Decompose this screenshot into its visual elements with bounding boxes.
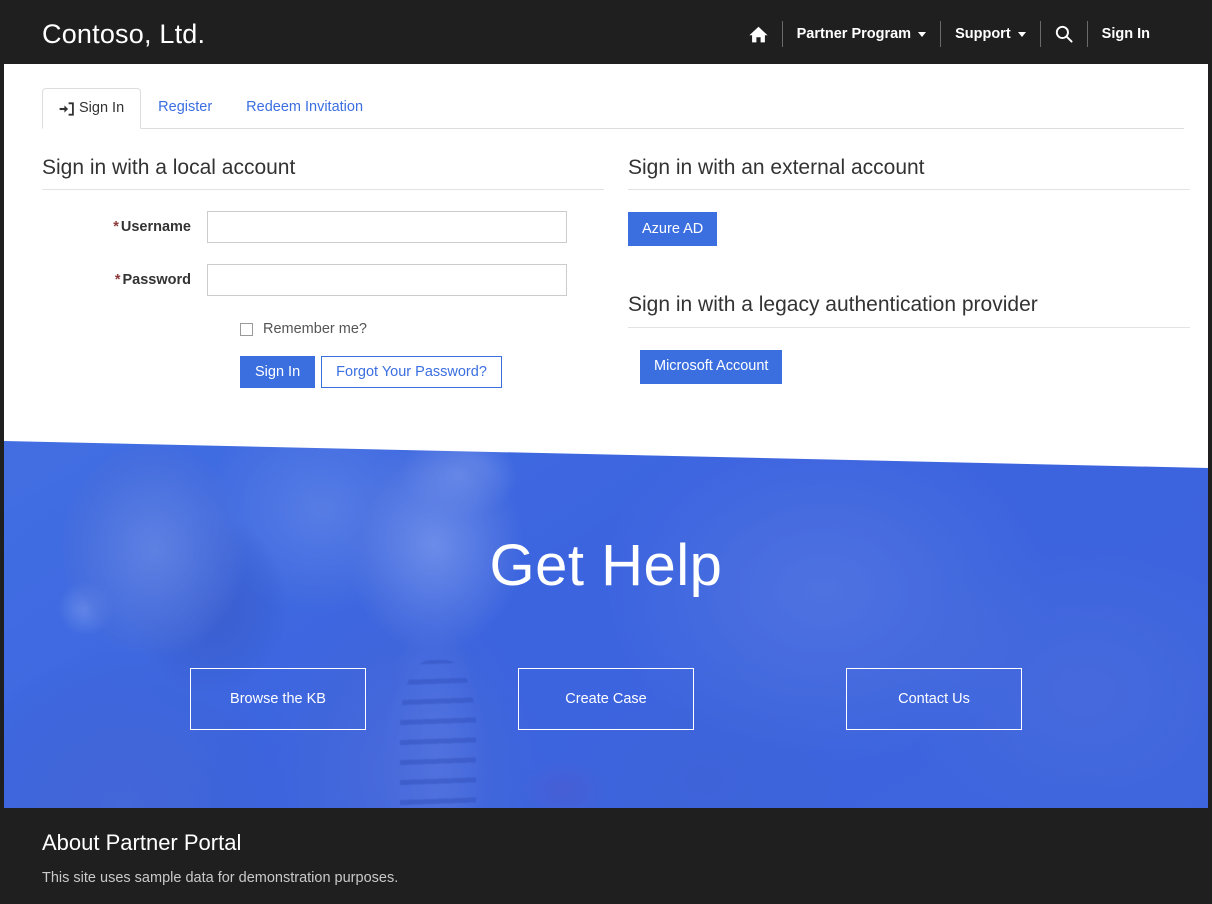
tab-sign-in[interactable]: Sign In	[42, 88, 142, 129]
create-case-button[interactable]: Create Case	[518, 668, 694, 730]
navbar-links: Partner Program Support Sign In	[735, 17, 1164, 51]
home-icon	[749, 26, 768, 43]
nav-item-partner-program[interactable]: Partner Program	[783, 27, 940, 42]
password-label-text: Password	[122, 272, 192, 288]
legacy-provider-heading: Sign in with a legacy authentication pro…	[628, 292, 1190, 328]
nav-home-link[interactable]	[735, 26, 782, 43]
local-buttons: Sign In Forgot Your Password?	[240, 355, 604, 388]
required-marker: *	[114, 272, 121, 288]
password-row: * Password	[42, 264, 604, 297]
external-account-section: Sign in with an external account Azure A…	[628, 155, 1190, 384]
nav-item-label: Support	[955, 25, 1011, 42]
sign-in-icon	[59, 101, 74, 116]
hero-cta-buttons: Browse the KB Create Case Contact Us	[4, 668, 1208, 730]
forgot-password-button[interactable]: Forgot Your Password?	[321, 355, 502, 388]
brand-logo[interactable]: Contoso, Ltd.	[42, 20, 205, 48]
remember-me-label: Remember me?	[263, 321, 367, 338]
password-label: * Password	[42, 273, 207, 288]
password-input[interactable]	[207, 264, 567, 297]
browse-kb-button[interactable]: Browse the KB	[190, 668, 366, 730]
tab-register[interactable]: Register	[141, 87, 229, 128]
local-account-heading: Sign in with a local account	[42, 155, 604, 191]
search-icon	[1055, 25, 1073, 43]
hero-blue-overlay	[4, 430, 1208, 808]
auth-tabs: Sign In Register Redeem Invitation	[42, 88, 1184, 129]
required-marker: *	[113, 219, 119, 235]
local-account-section: Sign in with a local account * Username *…	[42, 155, 604, 388]
username-input[interactable]	[207, 211, 567, 244]
chevron-down-icon	[1017, 31, 1026, 37]
nav-item-support[interactable]: Support	[941, 27, 1040, 42]
azure-ad-button[interactable]: Azure AD	[628, 212, 718, 247]
page-root: Contoso, Ltd. Partner Program Support Si…	[0, 0, 1212, 904]
sign-in-button[interactable]: Sign In	[240, 355, 316, 388]
footer-title: About Partner Portal	[42, 830, 242, 855]
site-footer: About Partner Portal This site uses samp…	[0, 808, 1212, 904]
username-label: * Username	[42, 220, 207, 235]
username-label-text: Username	[120, 219, 191, 235]
footer-subtitle: This site uses sample data for demonstra…	[42, 870, 399, 886]
remember-me-row[interactable]: Remember me?	[240, 322, 604, 337]
tab-label: Sign In	[79, 100, 125, 117]
nav-search-button[interactable]	[1041, 25, 1087, 43]
tab-label: Redeem Invitation	[246, 99, 364, 116]
remember-me-checkbox[interactable]	[240, 323, 253, 336]
nav-sign-in-link[interactable]: Sign In	[1088, 27, 1164, 42]
hero-banner: Get Help Browse the KB Create Case Conta…	[4, 430, 1208, 808]
username-row: * Username	[42, 211, 604, 244]
main-content: Sign In Register Redeem Invitation Sign …	[4, 64, 1208, 468]
external-account-heading: Sign in with an external account	[628, 155, 1190, 191]
contact-us-button[interactable]: Contact Us	[846, 668, 1022, 730]
legacy-providers: Microsoft Account	[640, 328, 1190, 384]
microsoft-account-button[interactable]: Microsoft Account	[640, 349, 783, 384]
top-navbar: Contoso, Ltd. Partner Program Support Si…	[4, 4, 1208, 64]
chevron-down-icon	[918, 31, 927, 37]
nav-item-label: Partner Program	[796, 25, 912, 42]
hero-title: Get Help	[489, 533, 723, 598]
tab-label: Register	[158, 99, 213, 116]
tab-redeem-invitation[interactable]: Redeem Invitation	[229, 87, 380, 128]
local-account-actions: Remember me? Sign In Forgot Your Passwor…	[240, 322, 604, 388]
